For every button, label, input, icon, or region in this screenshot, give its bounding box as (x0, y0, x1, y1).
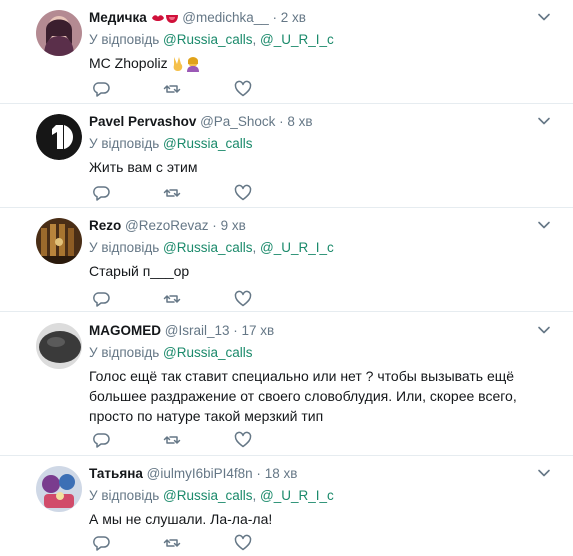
heart-icon[interactable] (234, 431, 252, 449)
retweet-icon[interactable] (163, 80, 181, 98)
mention-separator: , (252, 32, 261, 47)
mention-separator: , (252, 240, 261, 255)
mention-separator: , (252, 488, 261, 503)
tweet-text: MC Zhopoliz (89, 53, 563, 73)
display-name[interactable]: Rezo (89, 218, 121, 233)
display-name[interactable]: MAGOMED (89, 323, 161, 338)
mention-link[interactable]: @_U_R_I_c (260, 32, 334, 47)
reply-prefix: У відповідь (89, 32, 160, 47)
reply-icon[interactable] (92, 431, 110, 449)
separator-dot: · (272, 10, 278, 25)
timestamp[interactable]: 17 хв (242, 323, 275, 338)
tweet[interactable]: Pavel Pervashov @Pa_Shock · 8 хв У відпо… (0, 104, 573, 208)
display-name[interactable]: Татьяна (89, 466, 143, 481)
avatar[interactable] (36, 10, 82, 56)
timestamp[interactable]: 9 хв (221, 218, 246, 233)
display-name[interactable]: Pavel Pervashov (89, 114, 196, 129)
tweet-text-content: А мы не слушали. Ла-ла-ла! (89, 511, 273, 527)
tweet-header: Медичка @medichka__ · 2 хв (89, 9, 563, 27)
reply-feed: Медичка @medichka__ · 2 хв У відповідь @… (0, 0, 573, 556)
mention-link[interactable]: @Russia_calls (163, 32, 252, 47)
avatar[interactable] (36, 323, 82, 369)
reply-icon[interactable] (92, 184, 110, 202)
heart-icon[interactable] (234, 80, 252, 98)
mention-link[interactable]: @Russia_calls (163, 136, 252, 151)
separator-dot: · (233, 323, 238, 338)
tweet-actions (89, 534, 289, 552)
retweet-icon[interactable] (163, 431, 181, 449)
timestamp[interactable]: 8 хв (287, 114, 312, 129)
tweet-actions (89, 80, 289, 98)
reply-context: У відповідь @Russia_calls, @_U_R_I_c (89, 31, 563, 49)
avatar[interactable] (36, 466, 82, 512)
reply-context: У відповідь @Russia_calls, @_U_R_I_c (89, 487, 563, 505)
kiss-mark-emoji-icon (151, 13, 165, 23)
mention-link[interactable]: @_U_R_I_c (260, 488, 334, 503)
mention-link[interactable]: @Russia_calls (163, 240, 252, 255)
tweet-text-content: Жить вам с этим (89, 159, 198, 175)
tweet-actions (89, 184, 289, 202)
reply-prefix: У відповідь (89, 136, 160, 151)
tweet-text: Жить вам с этим (89, 157, 563, 177)
tweet[interactable]: MAGOMED @Israil_13 · 17 хв У відповідь @… (0, 313, 573, 456)
heart-icon[interactable] (234, 534, 252, 552)
tweet-header: Татьяна @iulmyI6biPI4f8n · 18 хв (89, 465, 563, 483)
tweet-header: Pavel Pervashov @Pa_Shock · 8 хв (89, 113, 563, 131)
tweet-header: MAGOMED @Israil_13 · 17 хв (89, 322, 563, 340)
mention-link[interactable]: @Russia_calls (163, 488, 252, 503)
user-handle[interactable]: @Pa_Shock (200, 114, 275, 129)
mention-link[interactable]: @_U_R_I_c (260, 240, 334, 255)
reply-context: У відповідь @Russia_calls (89, 344, 563, 362)
tweet-actions (89, 431, 289, 449)
separator-dot: · (256, 466, 261, 481)
reply-icon[interactable] (92, 80, 110, 98)
facepalm-emoji-icon (185, 56, 201, 73)
tweet-text-content: MC Zhopoliz (89, 55, 168, 71)
reply-prefix: У відповідь (89, 240, 160, 255)
timestamp[interactable]: 2 хв (281, 10, 306, 25)
separator-dot: · (212, 218, 217, 233)
user-handle[interactable]: @iulmyI6biPI4f8n (147, 466, 253, 481)
mention-link[interactable]: @Russia_calls (163, 345, 252, 360)
tweet-header: Rezo @RezoRevaz · 9 хв (89, 217, 563, 235)
avatar[interactable] (36, 114, 82, 160)
victory-hand-emoji-icon (171, 56, 185, 72)
reply-context: У відповідь @Russia_calls, @_U_R_I_c (89, 239, 563, 257)
tweet[interactable]: Татьяна @iulmyI6biPI4f8n · 18 хв У відпо… (0, 456, 573, 556)
tweet[interactable]: Rezo @RezoRevaz · 9 хв У відповідь @Russ… (0, 208, 573, 312)
tongue-emoji-icon (165, 12, 179, 24)
user-handle[interactable]: @medichka__ (182, 10, 269, 25)
avatar[interactable] (36, 218, 82, 264)
reply-icon[interactable] (92, 290, 110, 308)
reply-context: У відповідь @Russia_calls (89, 135, 563, 153)
tweet-text: Голос ещё так ставит специально или нет … (89, 366, 563, 426)
retweet-icon[interactable] (163, 184, 181, 202)
heart-icon[interactable] (234, 184, 252, 202)
tweet-text: А мы не слушали. Ла-ла-ла! (89, 509, 563, 529)
tweet[interactable]: Медичка @medichka__ · 2 хв У відповідь @… (0, 0, 573, 104)
retweet-icon[interactable] (163, 534, 181, 552)
display-name[interactable]: Медичка (89, 10, 147, 25)
tweet-text-content: Голос ещё так ставит специально или нет … (89, 368, 517, 424)
tweet-actions (89, 290, 289, 308)
user-handle[interactable]: @Israil_13 (165, 323, 230, 338)
reply-icon[interactable] (92, 534, 110, 552)
tweet-text-content: Старый п___ор (89, 263, 190, 279)
reply-prefix: У відповідь (89, 345, 160, 360)
retweet-icon[interactable] (163, 290, 181, 308)
reply-prefix: У відповідь (89, 488, 160, 503)
user-handle[interactable]: @RezoRevaz (125, 218, 209, 233)
separator-dot: · (279, 114, 284, 129)
heart-icon[interactable] (234, 290, 252, 308)
timestamp[interactable]: 18 хв (265, 466, 298, 481)
tweet-text: Старый п___ор (89, 261, 563, 281)
